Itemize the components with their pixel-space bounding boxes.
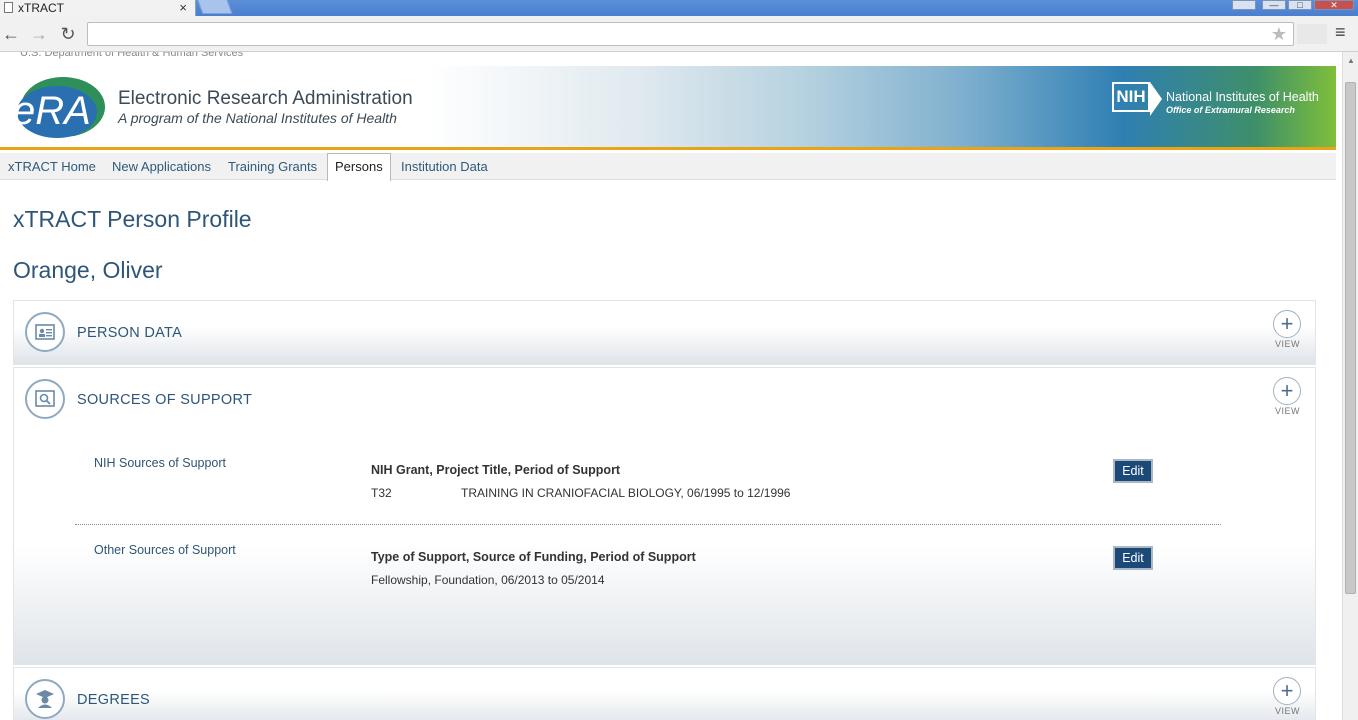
- new-tab-button[interactable]: [197, 0, 233, 14]
- forward-icon[interactable]: →: [28, 24, 50, 44]
- other-sources-label: Other Sources of Support: [94, 543, 236, 557]
- person-data-circle: [25, 312, 65, 352]
- browser-titlebar: xTRACT × — □ ✕: [0, 0, 1358, 16]
- hhs-strip: U.S. Department of Health & Human Servic…: [20, 52, 244, 59]
- nih-sources-label: NIH Sources of Support: [94, 456, 227, 470]
- browser-tab[interactable]: xTRACT ×: [0, 0, 196, 16]
- person-data-view-label[interactable]: VIEW: [1275, 339, 1300, 349]
- browser-toolbar: ← → ↻ ★ ≡: [0, 16, 1358, 52]
- sources-of-support-view-plus-icon[interactable]: +: [1273, 377, 1301, 405]
- nav-persons[interactable]: Persons: [327, 153, 391, 181]
- nih-grant-code: T32: [371, 486, 392, 500]
- era-title: Electronic Research Administration: [118, 88, 413, 109]
- window-user-icon[interactable]: [1232, 0, 1256, 10]
- sources-of-support-panel: SOURCES OF SUPPORT + VIEW NIH Sources of…: [13, 367, 1316, 665]
- tab-close-icon[interactable]: ×: [179, 0, 187, 16]
- nav-new-applications[interactable]: New Applications: [112, 159, 211, 174]
- nav-institution-data[interactable]: Institution Data: [401, 159, 488, 174]
- page-icon: [4, 2, 13, 13]
- svg-text:eRA: eRA: [13, 89, 91, 133]
- person-name: Orange, Oliver: [13, 257, 163, 283]
- nih-grant-detail: TRAINING IN CRANIOFACIAL BIOLOGY, 06/199…: [461, 486, 791, 500]
- nih-chevron-icon: [1150, 82, 1162, 116]
- bookmark-star-icon[interactable]: ★: [1271, 24, 1287, 44]
- page-scrollbar[interactable]: ▲: [1342, 52, 1358, 720]
- nih-logo[interactable]: NIH: [1112, 82, 1150, 112]
- person-data-view-plus-icon[interactable]: +: [1273, 310, 1301, 338]
- graduate-icon: [36, 690, 54, 708]
- era-subtitle: A program of the National Institutes of …: [118, 110, 397, 126]
- degrees-view-label[interactable]: VIEW: [1275, 706, 1300, 716]
- nih-sources-header: NIH Grant, Project Title, Period of Supp…: [371, 463, 621, 477]
- other-sources-detail: Fellowship, Foundation, 06/2013 to 05/20…: [371, 573, 605, 587]
- address-bar[interactable]: ★: [87, 22, 1294, 46]
- degrees-title[interactable]: DEGREES: [77, 692, 150, 708]
- other-sources-edit-button[interactable]: Edit: [1113, 546, 1153, 570]
- page-title: xTRACT Person Profile: [13, 206, 252, 232]
- magnifier-document-icon: [35, 390, 55, 407]
- scrollbar-thumb[interactable]: [1345, 82, 1356, 594]
- sources-of-support-title[interactable]: SOURCES OF SUPPORT: [77, 392, 252, 408]
- tab-title: xTRACT: [18, 1, 64, 15]
- nav-training-grants[interactable]: Training Grants: [228, 159, 317, 174]
- degrees-panel: DEGREES + VIEW: [13, 667, 1316, 720]
- sources-divider: [75, 524, 1221, 525]
- sources-of-support-view-label[interactable]: VIEW: [1275, 406, 1300, 416]
- id-card-icon: [35, 324, 55, 340]
- nih-name: National Institutes of Health: [1166, 90, 1319, 104]
- main-nav: xTRACT Home New Applications Training Gr…: [0, 153, 1336, 181]
- close-window-button[interactable]: ✕: [1314, 0, 1354, 10]
- sources-of-support-circle: [25, 379, 65, 419]
- person-data-title[interactable]: PERSON DATA: [77, 325, 182, 341]
- nav-xtract-home[interactable]: xTRACT Home: [8, 159, 96, 174]
- browser-menu-icon[interactable]: ≡: [1335, 22, 1346, 43]
- page-viewport: U.S. Department of Health & Human Servic…: [0, 52, 1342, 720]
- other-sources-header: Type of Support, Source of Funding, Peri…: [371, 550, 696, 564]
- degrees-circle: [25, 679, 65, 719]
- era-banner: eRA Electronic Research Administration A…: [0, 66, 1336, 150]
- nih-sources-edit-button[interactable]: Edit: [1113, 459, 1153, 483]
- reload-icon[interactable]: ↻: [57, 24, 79, 44]
- person-data-panel: PERSON DATA + VIEW: [13, 300, 1316, 365]
- extension-icon[interactable]: [1297, 24, 1327, 44]
- era-logo: eRA: [13, 77, 105, 138]
- nih-office: Office of Extramural Research: [1166, 105, 1295, 115]
- maximize-button[interactable]: □: [1288, 0, 1312, 10]
- minimize-button[interactable]: —: [1262, 0, 1286, 10]
- back-icon[interactable]: ←: [0, 24, 22, 44]
- degrees-view-plus-icon[interactable]: +: [1273, 677, 1301, 705]
- scroll-up-icon[interactable]: ▲: [1347, 56, 1355, 65]
